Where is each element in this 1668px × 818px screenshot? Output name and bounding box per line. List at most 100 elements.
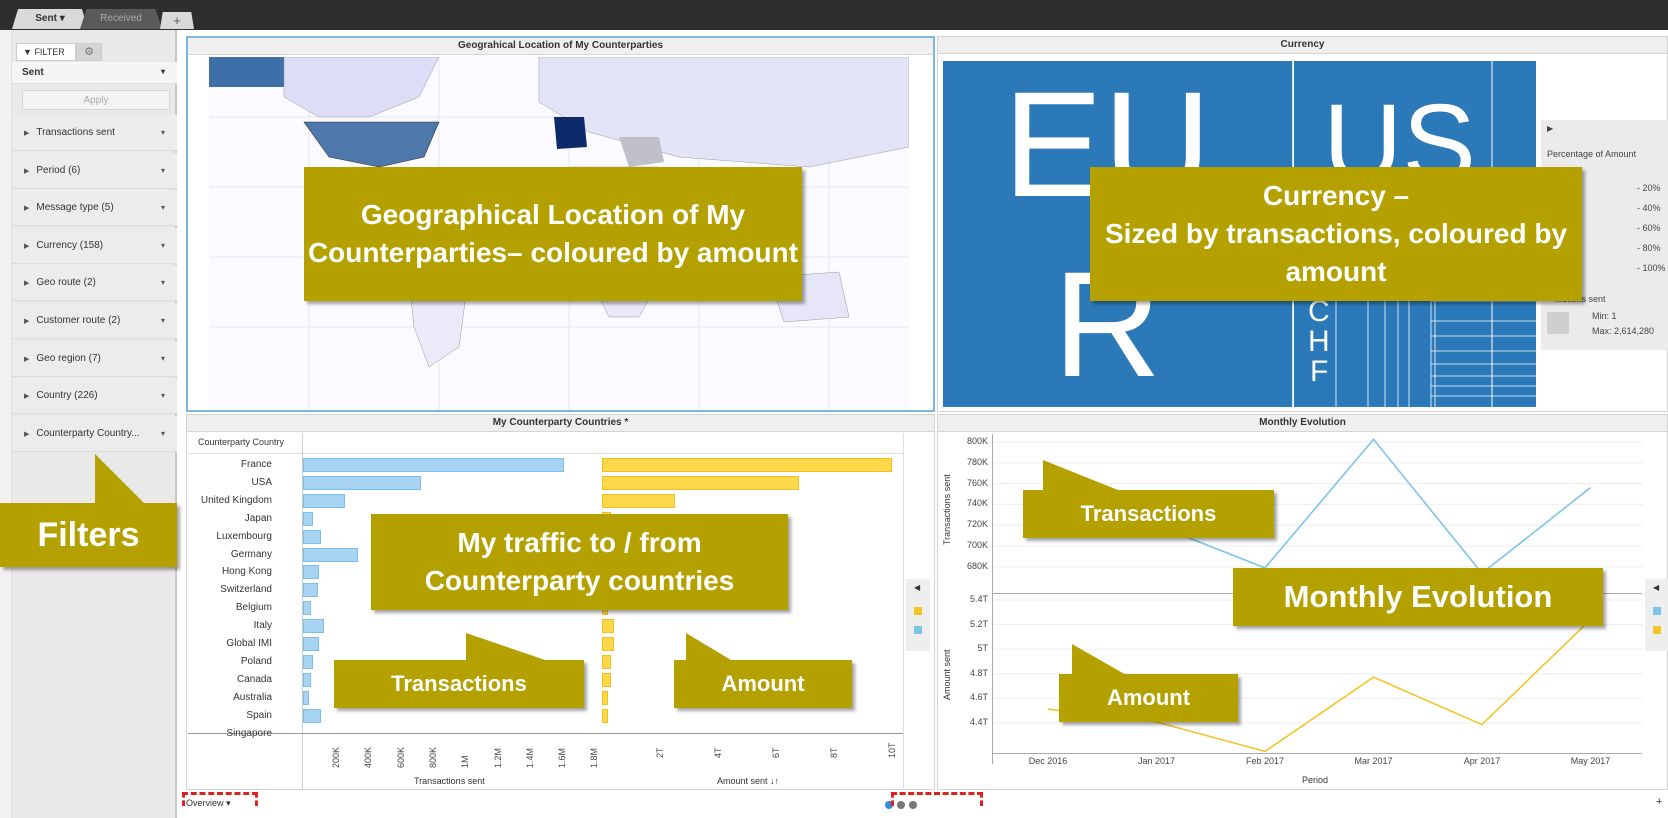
transactions-bar[interactable]: [303, 511, 313, 526]
left-gutter: [0, 30, 12, 818]
amount-bar[interactable]: [602, 672, 611, 687]
country-label[interactable]: France: [241, 459, 272, 470]
x-tick: Mar 2017: [1354, 756, 1393, 766]
highlight-frame: [182, 792, 258, 806]
amount-bar[interactable]: [602, 458, 892, 472]
country-label[interactable]: Luxembourg: [216, 531, 272, 542]
filter-row[interactable]: ▶ Transactions sent ▾: [12, 115, 177, 151]
transactions-bar[interactable]: [303, 458, 564, 472]
sort-icon[interactable]: ↓↑: [770, 776, 779, 786]
amount-bar[interactable]: [602, 654, 611, 669]
x-tick: 8T: [829, 747, 839, 758]
x-tick: 4T: [713, 747, 723, 758]
country-label[interactable]: Canada: [237, 674, 272, 685]
add-tab-button[interactable]: +: [160, 12, 194, 29]
transactions-bar[interactable]: [303, 493, 345, 508]
expand-icon: ▶: [24, 242, 30, 250]
filter-row[interactable]: ▶ Currency (158) ▾: [12, 227, 177, 264]
y-tick: 5T: [977, 643, 988, 654]
legend-collapse-icon[interactable]: ▶: [1547, 124, 1553, 133]
x-tick: 1.6M: [557, 747, 568, 768]
country-label[interactable]: United Kingdom: [201, 495, 272, 506]
filter-icon: ▼: [23, 47, 32, 57]
callout-currency: Currency – Sized by transactions, colour…: [1090, 167, 1582, 301]
amount-bar[interactable]: [602, 690, 608, 705]
tab-sent[interactable]: Sent ▾: [12, 9, 88, 29]
filter-row[interactable]: ▶ Geo route (2) ▾: [12, 265, 177, 302]
filter-selected[interactable]: Sent ▾: [12, 62, 177, 84]
x-tick: Apr 2017: [1463, 756, 1501, 766]
filter-tab[interactable]: ▼ FILTER: [16, 43, 76, 61]
country-label[interactable]: Global IMI: [226, 638, 272, 649]
transactions-bar[interactable]: [303, 601, 312, 616]
transactions-bar[interactable]: [303, 475, 421, 490]
amount-bar[interactable]: [602, 708, 608, 723]
y-tick: 700K: [966, 540, 988, 550]
filter-row[interactable]: ▶ Message type (5) ▾: [12, 190, 177, 227]
country-label[interactable]: Switzerland: [220, 584, 272, 595]
map-title: Geograhical Location of My Counterpartie…: [188, 38, 933, 55]
x-tick: 400K: [363, 746, 374, 768]
country-label[interactable]: Spain: [246, 710, 272, 721]
expand-icon: ▶: [24, 355, 30, 363]
amount-axis-label: Amount sent ↓↑: [717, 776, 780, 786]
transactions-bar[interactable]: [303, 708, 321, 723]
country-label[interactable]: Australia: [233, 692, 272, 703]
apply-button[interactable]: Apply: [22, 90, 170, 110]
chevron-down-icon[interactable]: ▾: [161, 378, 165, 414]
country-label[interactable]: Italy: [254, 620, 272, 631]
y-tick: 4.8T: [969, 667, 988, 678]
add-page-button[interactable]: +: [1656, 796, 1662, 808]
amount-bar[interactable]: [602, 637, 614, 651]
x-tick: 600K: [395, 746, 406, 768]
filter-row[interactable]: ▶ Period (6) ▾: [12, 152, 177, 189]
transactions-bar[interactable]: [303, 637, 320, 651]
country-label[interactable]: Poland: [241, 656, 272, 667]
chevron-down-icon[interactable]: ▾: [161, 303, 165, 339]
transactions-bar[interactable]: [303, 565, 320, 580]
amount-bar[interactable]: [602, 493, 675, 508]
chevron-down-icon[interactable]: ▾: [161, 115, 165, 151]
x-tick: 1M: [460, 755, 471, 768]
transactions-bar[interactable]: [303, 672, 312, 687]
country-label[interactable]: Japan: [245, 513, 272, 524]
expand-icon: ▶: [24, 393, 30, 401]
country-label[interactable]: Hong Kong: [222, 566, 272, 577]
amount-swatch: [914, 607, 922, 615]
country-label[interactable]: Germany: [231, 549, 272, 560]
transactions-bar[interactable]: [303, 583, 318, 598]
chevron-left-icon[interactable]: ◀: [1653, 583, 1659, 592]
filter-row[interactable]: ▶ Geo region (7) ▾: [12, 340, 177, 377]
svg-text:H: H: [1308, 325, 1330, 358]
transactions-bar[interactable]: [303, 619, 324, 634]
gear-icon[interactable]: ⚙: [76, 43, 102, 61]
chevron-down-icon[interactable]: ▾: [161, 190, 165, 226]
transactions-bar[interactable]: [303, 654, 313, 669]
chevron-left-icon[interactable]: ◀: [914, 583, 920, 592]
amount-bar[interactable]: [602, 475, 800, 490]
filter-label: Country (226): [36, 390, 98, 402]
tab-received[interactable]: Received: [80, 9, 162, 29]
transactions-bar[interactable]: [303, 547, 358, 562]
country-label[interactable]: Belgium: [236, 602, 272, 613]
country-label[interactable]: Singapore: [226, 728, 272, 739]
transactions-bar[interactable]: [303, 529, 321, 544]
chevron-down-icon[interactable]: ▾: [161, 341, 165, 377]
callout-transactions: Transactions: [334, 660, 584, 708]
currency-title: Currency: [938, 37, 1667, 54]
country-label[interactable]: USA: [251, 477, 272, 488]
filter-row[interactable]: ▶ Country (226) ▾: [12, 378, 177, 415]
chevron-down-icon[interactable]: ▾: [161, 416, 165, 452]
filter-row[interactable]: ▶ Customer route (2) ▾: [12, 303, 177, 339]
svg-text:F: F: [1310, 355, 1328, 388]
chevron-down-icon[interactable]: ▾: [161, 153, 165, 189]
transactions-bar[interactable]: [303, 690, 310, 705]
amount-bar[interactable]: [602, 619, 614, 634]
chevron-down-icon[interactable]: ▾: [161, 228, 165, 264]
filter-row[interactable]: ▶ Counterparty Country... ▾: [12, 415, 177, 452]
filter-label: Geo route (2): [36, 277, 96, 289]
y-tick: 4.4T: [969, 717, 988, 727]
chevron-down-icon[interactable]: ▾: [161, 265, 165, 301]
y-tick: 5.2T: [969, 618, 988, 629]
legend-size-swatch: [1547, 312, 1569, 334]
